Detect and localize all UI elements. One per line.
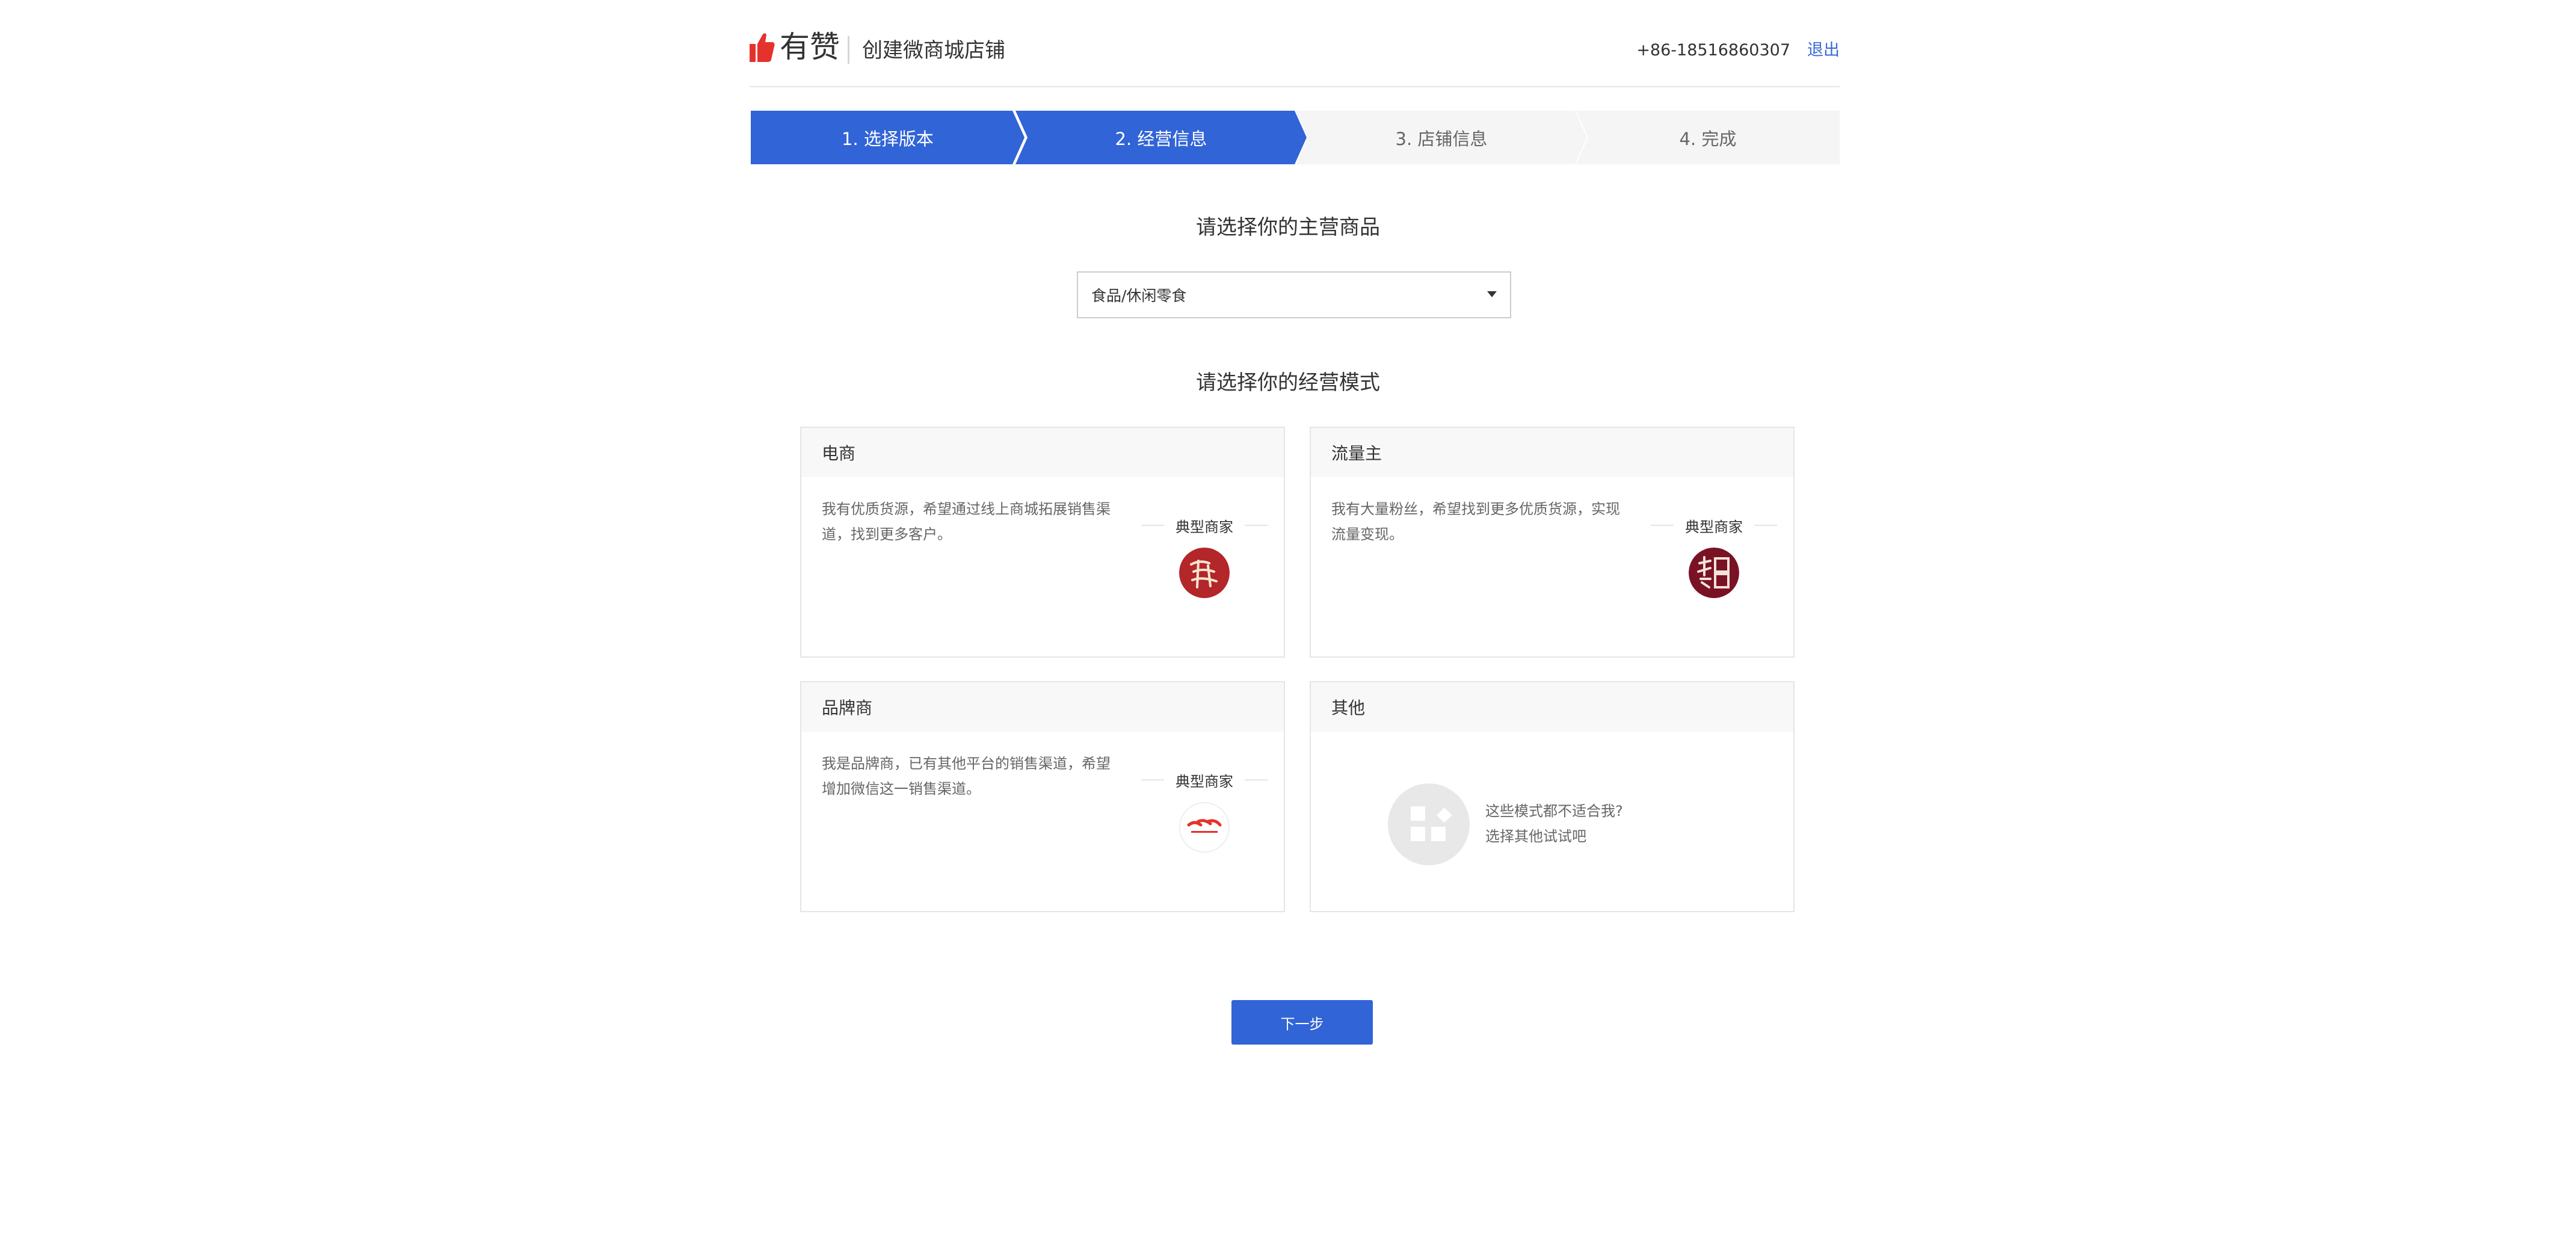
progress-steps: 1. 选择版本 2. 经营信息 3. 店铺信息 4. 完成 [751,111,1840,164]
merchant-logo-image [1180,803,1228,851]
thumbs-up-icon [750,33,775,62]
card-title: 品牌商 [801,682,1284,732]
logo-text: 有赞 [780,29,840,64]
logout-link[interactable]: 退出 [1807,40,1840,61]
step-label: 2. 经营信息 [1115,128,1207,149]
other-mode-line1: 这些模式都不适合我? [1485,803,1623,820]
step-label: 3. 店铺信息 [1395,128,1488,149]
select-value: 食品/休闲零食 [1091,287,1187,304]
card-description: 我有优质货源，希望通过线上商城拓展销售渠道，找到更多客户。 [822,501,1111,543]
card-description: 我是品牌商，已有其他平台的销售渠道，希望增加微信这一销售渠道。 [822,755,1111,797]
create-store-page: 有赞 创建微商城店铺 +86-18516860307 退出 1. 选择版本 2.… [0,0,2576,1260]
merchant-logo [1689,548,1739,598]
card-title: 其他 [1311,682,1793,732]
step-store-info: 3. 店铺信息 [1296,111,1587,164]
card-title: 电商 [801,428,1284,477]
merchant-logo [1179,802,1230,853]
merchant-logo-image [1689,548,1739,598]
mode-card-traffic-owner[interactable]: 流量主 我有大量粉丝，希望找到更多优质货源，实现流量变现。 典型商家 [1310,427,1795,658]
other-mode-text: 这些模式都不适合我? 选择其他试试吧 [1485,798,1623,849]
step-business-info: 2. 经营信息 [1015,111,1307,164]
header-divider [848,36,849,64]
caret-down-icon [1487,291,1497,297]
typical-merchant-label: 典型商家 [1141,515,1268,536]
apps-grid-icon [1388,783,1470,865]
main-goods-select[interactable]: 食品/休闲零食 [1077,271,1511,318]
header: 有赞 创建微商城店铺 +86-18516860307 退出 [750,0,1840,87]
merchant-logo-image [1179,548,1230,598]
typical-merchant-label: 典型商家 [1141,770,1268,791]
youzan-logo[interactable]: 有赞 [750,30,840,64]
page-title: 创建微商城店铺 [862,39,1005,63]
step-complete: 4. 完成 [1576,111,1840,164]
business-mode-title: 请选择你的经营模式 [1196,371,1380,395]
mode-card-ecommerce[interactable]: 电商 我有优质货源，希望通过线上商城拓展销售渠道，找到更多客户。 典型商家 [800,427,1285,658]
next-step-button[interactable]: 下一步 [1231,1000,1373,1045]
other-mode-line2: 选择其他试试吧 [1485,828,1586,845]
main-goods-title: 请选择你的主营商品 [1196,215,1380,239]
step-label: 4. 完成 [1679,128,1737,149]
merchant-logo [1179,548,1230,598]
typical-merchant-label: 典型商家 [1651,515,1777,536]
account-phone: +86-18516860307 [1636,41,1790,60]
step-label: 1. 选择版本 [842,128,934,149]
mode-card-brand[interactable]: 品牌商 我是品牌商，已有其他平台的销售渠道，希望增加微信这一销售渠道。 典型商家 [800,681,1285,912]
step-select-version: 1. 选择版本 [751,111,1025,164]
apps-grid-shape [1411,806,1452,841]
mode-card-other[interactable]: 其他 这些模式都不适合我? 选择其他试试吧 [1310,681,1795,912]
card-description: 我有大量粉丝，希望找到更多优质货源，实现流量变现。 [1331,501,1620,543]
card-title: 流量主 [1311,428,1793,477]
